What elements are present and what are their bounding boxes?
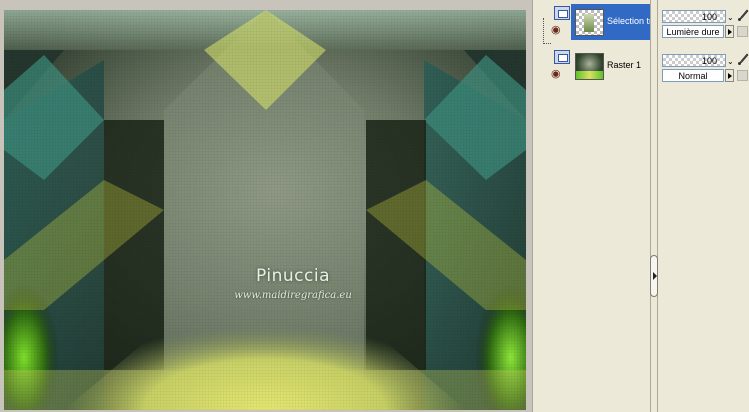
canvas-artwork: [4, 10, 526, 410]
splitter-handle[interactable]: [650, 255, 658, 297]
layer-names-column: ◉ Sélection transformée ◉ Raster 1: [541, 4, 651, 412]
layer-properties-column: 100 ⌄ Lumière dure 100 ⌄ Normal: [659, 4, 749, 412]
layer-thumbnail: [575, 9, 604, 36]
blend-mode-button[interactable]: [725, 69, 734, 82]
layer-row-selection[interactable]: ◉ Sélection transformée: [541, 4, 651, 44]
layer-props-raster-1: 100 ⌄ Normal: [659, 48, 749, 88]
layer-name-cell[interactable]: Raster 1: [571, 48, 651, 84]
watermark-title: Pinuccia: [256, 266, 330, 286]
raster-layer-icon: [554, 50, 570, 64]
expand-arrow-icon: [653, 272, 657, 280]
lock-icon[interactable]: [737, 26, 748, 37]
blend-mode-select[interactable]: Normal: [662, 69, 724, 82]
layers-palette: ◉ Sélection transformée ◉ Raster 1: [532, 0, 749, 412]
layer-props-selection: 100 ⌄ Lumière dure: [659, 4, 749, 44]
opacity-dropdown-arrow-icon[interactable]: ⌄: [727, 57, 734, 66]
blend-mode-value: Normal: [678, 71, 708, 81]
opacity-dropdown-arrow-icon[interactable]: ⌄: [727, 13, 734, 22]
raster-layer-icon: [554, 6, 570, 20]
canvas-frame: Pinuccia www.maidiregrafica.eu: [0, 0, 532, 412]
edit-brush-icon[interactable]: [737, 8, 749, 22]
palette-splitter[interactable]: [650, 0, 658, 412]
opacity-slider[interactable]: 100: [662, 10, 726, 23]
lock-icon[interactable]: [737, 70, 748, 81]
layer-row-raster-1[interactable]: ◉ Raster 1: [541, 48, 651, 88]
opacity-slider[interactable]: 100: [662, 54, 726, 67]
edit-brush-icon[interactable]: [737, 52, 749, 66]
layer-name: Sélection transformée: [607, 16, 651, 26]
visibility-eye-icon[interactable]: ◉: [551, 68, 561, 80]
blend-mode-button[interactable]: [725, 25, 734, 38]
psp-workspace: Pinuccia www.maidiregrafica.eu ◉ Sélecti…: [0, 0, 749, 412]
layer-thumbnail: [575, 53, 604, 80]
watermark-subtitle: www.maidiregrafica.eu: [234, 290, 352, 301]
image-canvas[interactable]: Pinuccia www.maidiregrafica.eu: [4, 10, 526, 410]
layer-name-cell[interactable]: Sélection transformée: [571, 4, 651, 40]
blend-mode-value: Lumière dure: [666, 27, 720, 37]
blend-mode-select[interactable]: Lumière dure: [662, 25, 724, 38]
opacity-value: 100: [701, 56, 717, 66]
layer-name: Raster 1: [607, 60, 642, 70]
visibility-eye-icon[interactable]: ◉: [551, 24, 561, 36]
opacity-value: 100: [701, 12, 717, 22]
